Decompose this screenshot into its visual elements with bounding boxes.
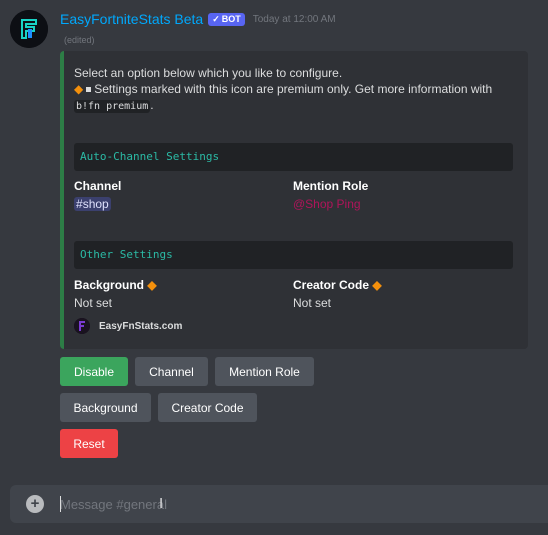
bot-logo-icon (10, 10, 48, 48)
channel-mention[interactable]: #shop (74, 197, 111, 211)
ibeam-cursor-icon: I (159, 495, 164, 512)
premium-note: ◆ Settings marked with this icon are prem… (74, 81, 518, 115)
message-composer[interactable]: + I (10, 485, 548, 523)
premium-diamond-icon: ◆ (147, 278, 157, 292)
field-mention-role-name: Mention Role (293, 179, 369, 193)
attach-plus-icon[interactable]: + (26, 495, 44, 513)
bot-badge: ✓ BOT (208, 12, 245, 26)
field-creator-code-value: Not set (293, 296, 332, 310)
message-header: EasyFortniteStats Beta ✓ BOT Today at 12… (60, 11, 336, 27)
field-mention-role-value: @Shop Ping (293, 197, 361, 211)
embed-footer: EasyFnStats.com (74, 318, 182, 334)
edited-label: (edited) (64, 35, 95, 45)
premium-diamond-icon: ◆ (372, 278, 382, 292)
reset-button[interactable]: Reset (60, 429, 118, 458)
section-auto-channel-title: Auto-Channel Settings (74, 143, 513, 171)
background-button[interactable]: Background (60, 393, 151, 422)
mention-role-button[interactable]: Mention Role (215, 357, 314, 386)
message-input[interactable] (60, 494, 460, 514)
premium-command: b!fn premium (74, 100, 151, 113)
section-other-settings-title: Other Settings (74, 241, 513, 269)
bot-avatar[interactable] (10, 10, 48, 48)
bot-username[interactable]: EasyFortniteStats Beta (60, 11, 203, 27)
description-line: Select an option below which you like to… (74, 66, 343, 80)
disable-button[interactable]: Disable (60, 357, 128, 386)
hash-icon: # (76, 197, 83, 211)
footer-logo-icon (74, 318, 90, 334)
premium-note-end: . (150, 98, 154, 112)
field-channel-value: #shop (74, 197, 111, 211)
field-background-name: Background ◆ (74, 278, 157, 292)
embed-description: Select an option below which you like to… (74, 65, 518, 115)
creator-code-button[interactable]: Creator Code (158, 393, 257, 422)
field-creator-code-name: Creator Code ◆ (293, 278, 382, 292)
channel-mention-label: shop (82, 197, 109, 211)
field-background-value: Not set (74, 296, 113, 310)
message-timestamp: Today at 12:00 AM (252, 13, 336, 25)
channel-button[interactable]: Channel (135, 357, 208, 386)
settings-embed: Select an option below which you like to… (60, 51, 528, 349)
verified-check-icon: ✓ (212, 13, 220, 24)
premium-diamond-icon: ◆ (74, 82, 84, 96)
text-caret (60, 496, 61, 512)
bot-badge-label: BOT (221, 14, 241, 24)
role-mention[interactable]: @Shop Ping (293, 197, 361, 211)
bullet-square-icon (86, 86, 92, 92)
field-background-label: Background (74, 278, 145, 292)
field-channel-name: Channel (74, 179, 122, 193)
premium-note-text: Settings marked with this icon are premi… (94, 82, 493, 96)
field-creator-code-label: Creator Code (293, 278, 370, 292)
footer-text: EasyFnStats.com (99, 320, 183, 332)
